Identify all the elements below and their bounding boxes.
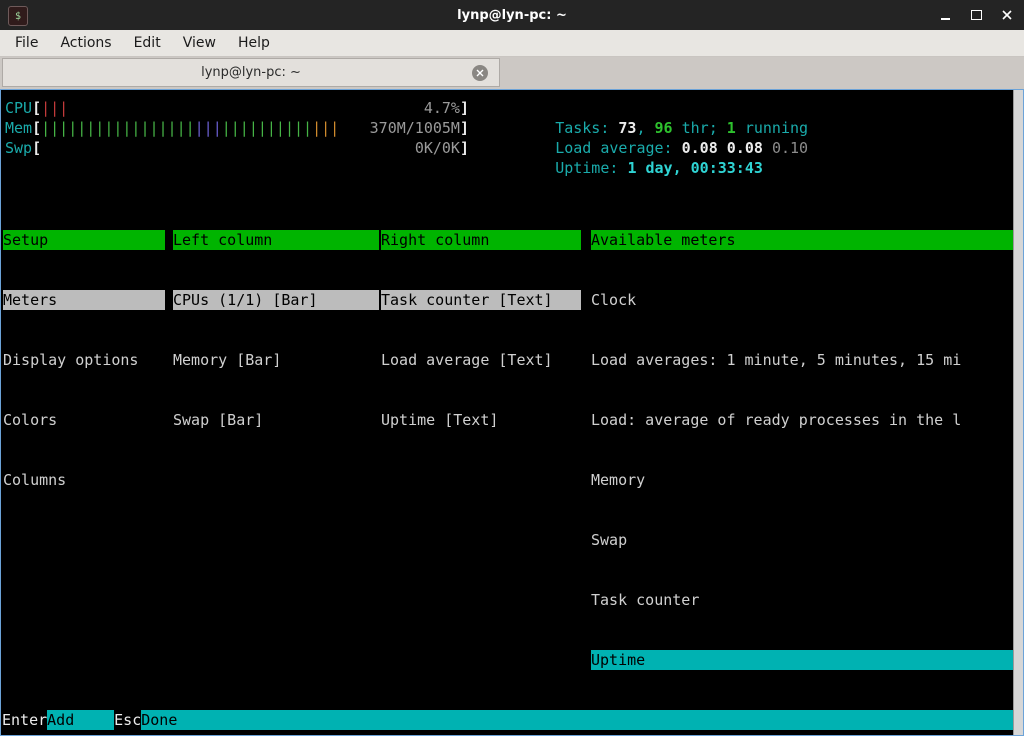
tab-label: lynp@lyn-pc: ~ — [201, 65, 301, 80]
right-column-item[interactable]: Task counter [Text] — [381, 290, 581, 310]
setup-panel-header: Setup — [3, 230, 165, 250]
mem-meter: Mem[|||||||||||||||||||||||||||||||||370… — [5, 118, 469, 138]
menu-actions[interactable]: Actions — [49, 32, 122, 54]
close-icon — [1002, 10, 1012, 20]
mem-meter-value: 370M/1005M — [370, 118, 460, 138]
terminal-tab[interactable]: lynp@lyn-pc: ~ — [2, 58, 500, 87]
maximize-button[interactable] — [969, 8, 983, 22]
menubar: File Actions Edit View Help — [0, 30, 1024, 57]
swp-meter-label: Swp — [5, 138, 32, 158]
mem-meter-label: Mem — [5, 118, 32, 138]
maximize-icon — [971, 10, 982, 20]
mem-meter-bars: ||||||||||||||||||||||||||||||||| — [41, 118, 370, 138]
cpu-meter-label: CPU — [5, 98, 32, 118]
window-title: lynp@lyn-pc: ~ — [0, 8, 1024, 23]
cpu-meter-value: 4.7% — [424, 98, 460, 118]
swp-meter: Swp[0K/0K] — [5, 138, 469, 158]
right-column-item[interactable]: Uptime [Text] — [381, 410, 581, 430]
tab-close-button[interactable] — [472, 65, 488, 81]
add-action-button[interactable]: Add — [47, 710, 114, 730]
right-column-item[interactable]: Load average [Text] — [381, 350, 581, 370]
function-bar: Enter Add Esc Done — [2, 710, 1013, 730]
terminal-scrollbar[interactable] — [1013, 90, 1023, 735]
available-meters-header: Available meters — [591, 230, 1013, 250]
right-column-header: Right column — [381, 230, 581, 250]
menu-edit[interactable]: Edit — [123, 32, 172, 54]
left-column-item[interactable]: CPUs (1/1) [Bar] — [173, 290, 379, 310]
left-column-header: Left column — [173, 230, 379, 250]
titlebar[interactable]: $ lynp@lyn-pc: ~ — [0, 0, 1024, 30]
terminal-window: $ lynp@lyn-pc: ~ File Actions Edit View … — [0, 0, 1024, 736]
setup-item-columns[interactable]: Columns — [3, 470, 165, 490]
setup-item-meters[interactable]: Meters — [3, 290, 165, 310]
uptime-line: Uptime: 1 day, 00:33:43 — [501, 138, 763, 158]
setup-item-display-options[interactable]: Display options — [3, 350, 165, 370]
available-item-uptime[interactable]: Uptime — [591, 650, 1013, 670]
esc-key-label[interactable]: Esc — [114, 710, 141, 730]
done-action-button[interactable]: Done — [141, 710, 1013, 730]
cpu-meter-bars: ||| — [41, 99, 68, 117]
terminal-screen[interactable]: CPU[|||4.7%] Mem[|||||||||||||||||||||||… — [0, 89, 1024, 736]
available-item-load-averages[interactable]: Load averages: 1 minute, 5 minutes, 15 m… — [591, 350, 1013, 370]
minimize-icon — [941, 18, 950, 20]
left-column-item[interactable]: Memory [Bar] — [173, 350, 379, 370]
setup-item-colors[interactable]: Colors — [3, 410, 165, 430]
left-column-item[interactable]: Swap [Bar] — [173, 410, 379, 430]
available-meters-panel: Available meters Clock Load averages: 1 … — [591, 190, 1013, 736]
tab-bar: lynp@lyn-pc: ~ — [0, 57, 1024, 89]
available-item-clock[interactable]: Clock — [591, 290, 1013, 310]
available-item-swap[interactable]: Swap — [591, 530, 1013, 550]
available-item-task-counter[interactable]: Task counter — [591, 590, 1013, 610]
menu-file[interactable]: File — [4, 32, 49, 54]
swp-meter-value: 0K/0K — [415, 138, 460, 158]
available-item-load[interactable]: Load: average of ready processes in the … — [591, 410, 1013, 430]
close-button[interactable] — [1000, 8, 1014, 22]
cpu-meter: CPU[|||4.7%] — [5, 98, 469, 118]
menu-view[interactable]: View — [172, 32, 227, 54]
right-column-panel: Right column Task counter [Text] Load av… — [381, 190, 581, 470]
menu-help[interactable]: Help — [227, 32, 281, 54]
load-average-line: Load average: 0.08 0.08 0.10 — [501, 118, 808, 138]
left-column-panel: Left column CPUs (1/1) [Bar] Memory [Bar… — [173, 190, 379, 470]
enter-key-label[interactable]: Enter — [2, 710, 47, 730]
minimize-button[interactable] — [938, 8, 952, 22]
setup-panel: Setup Meters Display options Colors Colu… — [3, 190, 165, 530]
tasks-line: Tasks: 73, 96 thr; 1 running — [501, 98, 808, 118]
tab-close-icon — [476, 69, 484, 77]
available-item-memory[interactable]: Memory — [591, 470, 1013, 490]
